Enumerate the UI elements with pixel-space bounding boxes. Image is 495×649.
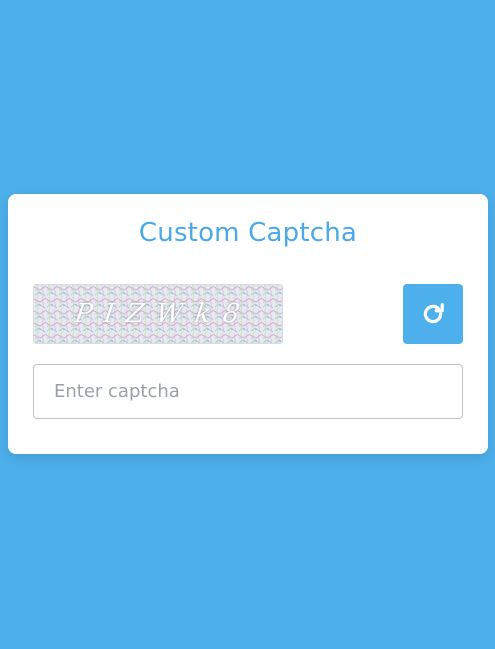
refresh-captcha-button[interactable] <box>403 284 463 344</box>
captcha-input[interactable] <box>33 364 463 419</box>
captcha-char: I <box>101 299 119 329</box>
captcha-text: P I Z W k 8 <box>34 299 282 329</box>
captcha-card: Custom Captcha P I Z W k 8 Enter captcha <box>8 194 488 454</box>
captcha-input-wrapper <box>33 364 463 419</box>
card-title: Custom Captcha <box>138 218 358 248</box>
captcha-row: P I Z W k 8 <box>33 284 463 344</box>
rotate-right-icon <box>423 303 444 324</box>
captcha-char: Z <box>124 299 149 329</box>
captcha-char: P <box>72 299 97 329</box>
captcha-char: k <box>193 299 216 329</box>
captcha-image: P I Z W k 8 <box>33 284 283 344</box>
captcha-char: 8 <box>220 299 244 329</box>
captcha-char: W <box>154 299 188 329</box>
